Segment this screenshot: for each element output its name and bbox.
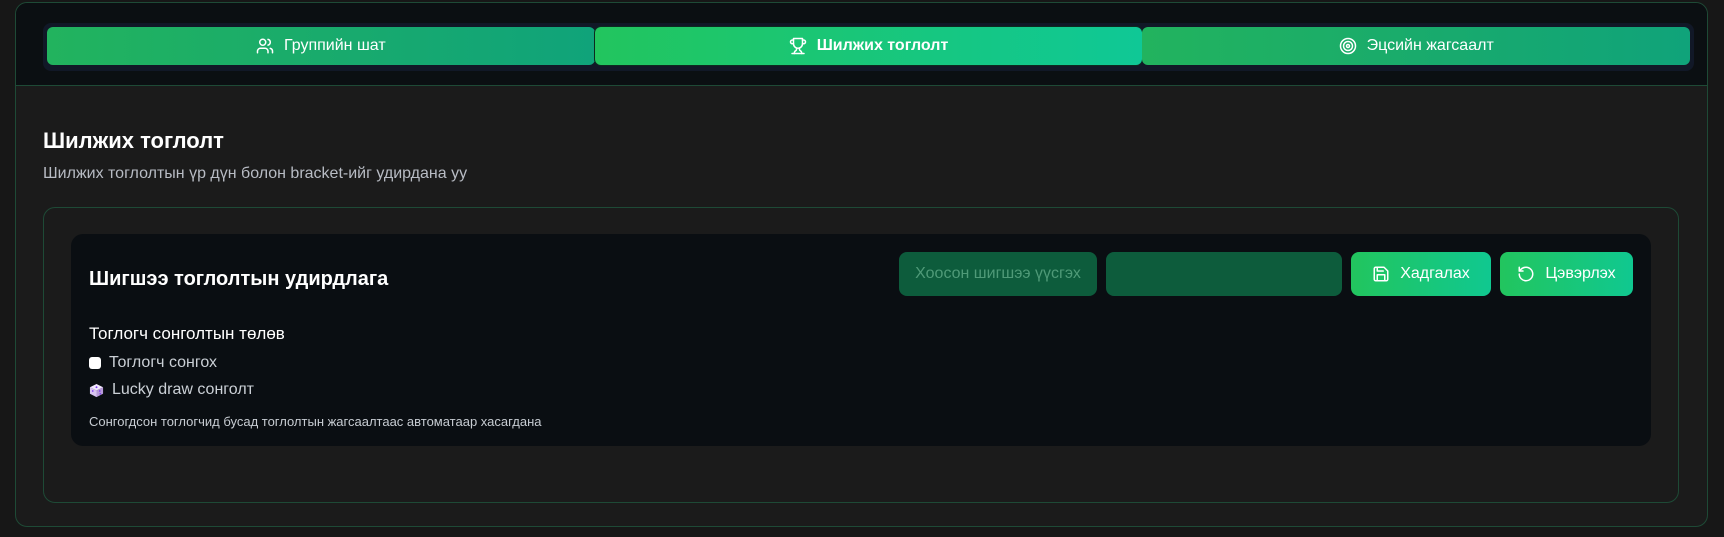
create-empty-bracket-button[interactable]: Хоосон шигшээ үүсгэх	[899, 252, 1097, 296]
disabled-action-button[interactable]	[1106, 252, 1342, 296]
bracket-control-card: Шигшээ тоглолтын удирдлага Хоосон шигшээ…	[71, 234, 1651, 446]
save-icon	[1373, 266, 1389, 282]
button-label: Цэвэрлэх	[1545, 265, 1616, 282]
target-icon	[1339, 37, 1356, 55]
reset-button[interactable]: Цэвэрлэх	[1500, 252, 1633, 296]
page-title: Шилжих тоглолт	[43, 128, 224, 153]
selection-status-title: Тоглогч сонголтын төлөв	[89, 324, 285, 343]
button-label: Хадгалах	[1400, 265, 1470, 282]
status-item-lucky-draw: Lucky draw сонголт	[89, 381, 254, 399]
header: Группийн шат Шилжих тоглолт Эцсийн жагса…	[16, 3, 1707, 86]
status-item-label: Lucky draw сонголт	[112, 381, 254, 398]
knockout-panel: Шигшээ тоглолтын удирдлага Хоосон шигшээ…	[43, 207, 1679, 503]
tab-label: Эцсийн жагсаалт	[1366, 37, 1494, 54]
app-frame: Группийн шат Шилжих тоглолт Эцсийн жагса…	[15, 2, 1708, 527]
status-item-label: Тоглогч сонгох	[109, 354, 218, 371]
rotate-ccw-icon	[1518, 266, 1534, 282]
tab-label: Шилжих тоглолт	[816, 37, 949, 54]
tab-final-standings[interactable]: Эцсийн жагсаалт	[1142, 27, 1691, 65]
tab-knockout[interactable]: Шилжих тоглолт	[594, 27, 1143, 65]
tab-label: Группийн шат	[283, 37, 386, 54]
checkbox-icon	[89, 357, 101, 369]
card-title: Шигшээ тоглолтын удирдлага	[89, 268, 389, 290]
action-buttons: Хоосон шигшээ үүсгэх Хадгалах Цэвэрлэх	[899, 252, 1633, 296]
dice-icon	[89, 383, 104, 397]
save-button[interactable]: Хадгалах	[1351, 252, 1491, 296]
status-item-select-player: Тоглогч сонгох	[89, 354, 217, 372]
button-label: Хоосон шигшээ үүсгэх	[915, 265, 1081, 282]
trophy-icon	[789, 37, 806, 55]
users-icon	[256, 38, 274, 54]
tab-bar: Группийн шат Шилжих тоглолт Эцсийн жагса…	[43, 23, 1694, 71]
tab-group-stage[interactable]: Группийн шат	[47, 27, 595, 65]
page-subtitle: Шилжих тоглолтын үр дүн болон bracket-ий…	[43, 165, 468, 182]
selection-note: Сонгогдсон тоглогчид бусад тоглолтын жаг…	[89, 414, 542, 429]
